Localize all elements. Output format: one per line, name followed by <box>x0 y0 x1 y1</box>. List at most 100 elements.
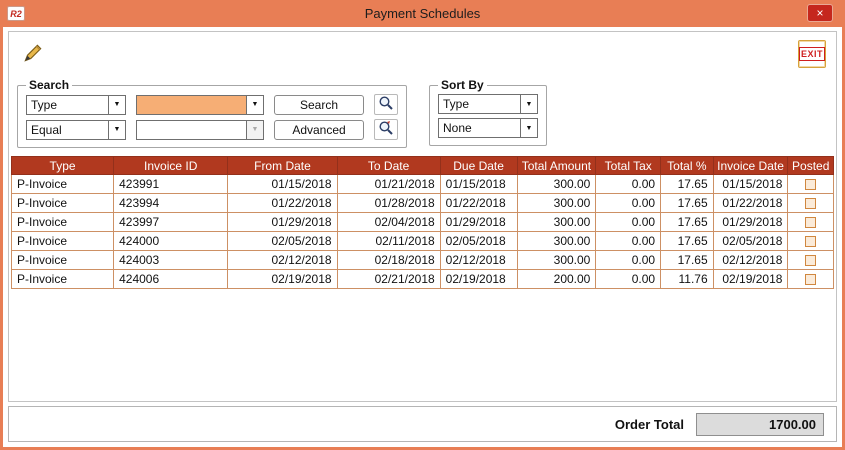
cell-total-tax: 0.00 <box>596 175 661 194</box>
cell-invoice-id: 423994 <box>114 194 228 213</box>
chevron-down-icon[interactable]: ▼ <box>246 96 263 114</box>
magnifier-icon <box>378 95 394 114</box>
chevron-down-icon[interactable]: ▼ <box>108 96 125 114</box>
cell-total-amount: 200.00 <box>517 270 596 289</box>
col-header-type[interactable]: Type <box>12 157 114 175</box>
cell-posted <box>788 213 834 232</box>
cell-invoice-date: 01/29/2018 <box>713 213 788 232</box>
cell-posted <box>788 194 834 213</box>
cell-posted <box>788 232 834 251</box>
search-magnifier-button[interactable] <box>374 94 398 115</box>
cell-total-pct: 11.76 <box>661 270 714 289</box>
cell-from-date: 01/15/2018 <box>228 175 337 194</box>
col-header-due-date[interactable]: Due Date <box>440 157 517 175</box>
sort-secondary-combo[interactable]: None ▼ <box>438 118 538 138</box>
advanced-search-icon <box>378 120 394 139</box>
titlebar: R2 Payment Schedules × <box>3 0 842 27</box>
cell-invoice-date: 01/22/2018 <box>713 194 788 213</box>
cell-to-date: 02/04/2018 <box>337 213 440 232</box>
posted-checkbox[interactable] <box>805 198 816 209</box>
cell-posted <box>788 251 834 270</box>
col-header-total-pct[interactable]: Total % <box>661 157 714 175</box>
cell-total-pct: 17.65 <box>661 251 714 270</box>
col-header-total-amount[interactable]: Total Amount <box>517 157 596 175</box>
cell-due-date: 01/29/2018 <box>440 213 517 232</box>
cell-type: P-Invoice <box>12 270 114 289</box>
pencil-icon <box>22 42 44 67</box>
cell-to-date: 02/18/2018 <box>337 251 440 270</box>
table-row[interactable]: P-Invoice 424006 02/19/2018 02/21/2018 0… <box>12 270 834 289</box>
cell-total-amount: 300.00 <box>517 251 596 270</box>
search-group: Search Type ▼ ▼ Search <box>17 78 407 148</box>
col-header-invoice-id[interactable]: Invoice ID <box>114 157 228 175</box>
cell-total-pct: 17.65 <box>661 213 714 232</box>
cell-from-date: 01/22/2018 <box>228 194 337 213</box>
cell-type: P-Invoice <box>12 194 114 213</box>
chevron-down-icon[interactable]: ▼ <box>520 119 537 137</box>
search-criteria2-value <box>137 121 246 139</box>
cell-due-date: 02/05/2018 <box>440 232 517 251</box>
cell-to-date: 02/21/2018 <box>337 270 440 289</box>
col-header-from-date[interactable]: From Date <box>228 157 337 175</box>
cell-total-amount: 300.00 <box>517 194 596 213</box>
sort-secondary-value: None <box>439 119 520 137</box>
search-button[interactable]: Search <box>274 95 364 115</box>
search-operator-value: Equal <box>27 121 108 139</box>
sort-primary-value: Type <box>439 95 520 113</box>
posted-checkbox[interactable] <box>805 255 816 266</box>
search-group-title: Search <box>26 78 72 92</box>
cell-to-date: 02/11/2018 <box>337 232 440 251</box>
col-header-invoice-date[interactable]: Invoice Date <box>713 157 788 175</box>
table-row[interactable]: P-Invoice 423997 01/29/2018 02/04/2018 0… <box>12 213 834 232</box>
filters-row: Search Type ▼ ▼ Search <box>9 78 836 150</box>
order-total-label: Order Total <box>615 417 684 432</box>
cell-invoice-id: 424003 <box>114 251 228 270</box>
posted-checkbox[interactable] <box>805 217 816 228</box>
sort-primary-combo[interactable]: Type ▼ <box>438 94 538 114</box>
col-header-to-date[interactable]: To Date <box>337 157 440 175</box>
cell-invoice-id: 423991 <box>114 175 228 194</box>
edit-button[interactable] <box>17 38 49 70</box>
cell-posted <box>788 270 834 289</box>
cell-total-tax: 0.00 <box>596 194 661 213</box>
advanced-button[interactable]: Advanced <box>274 120 364 140</box>
cell-type: P-Invoice <box>12 232 114 251</box>
cell-total-pct: 17.65 <box>661 194 714 213</box>
search-criteria-combo[interactable]: ▼ <box>136 95 264 115</box>
cell-total-amount: 300.00 <box>517 213 596 232</box>
cell-total-pct: 17.65 <box>661 232 714 251</box>
exit-button[interactable]: EXIT <box>798 40 826 68</box>
order-total-field: 1700.00 <box>696 413 824 436</box>
cell-invoice-date: 02/05/2018 <box>713 232 788 251</box>
close-button[interactable]: × <box>807 4 833 22</box>
posted-checkbox[interactable] <box>805 179 816 190</box>
table-row[interactable]: P-Invoice 424000 02/05/2018 02/11/2018 0… <box>12 232 834 251</box>
advanced-search-button[interactable] <box>374 119 398 140</box>
table-row[interactable]: P-Invoice 423994 01/22/2018 01/28/2018 0… <box>12 194 834 213</box>
cell-total-amount: 300.00 <box>517 175 596 194</box>
window-title: Payment Schedules <box>3 6 842 21</box>
col-header-total-tax[interactable]: Total Tax <box>596 157 661 175</box>
table-row[interactable]: P-Invoice 424003 02/12/2018 02/18/2018 0… <box>12 251 834 270</box>
cell-due-date: 02/19/2018 <box>440 270 517 289</box>
cell-total-amount: 300.00 <box>517 232 596 251</box>
cell-total-tax: 0.00 <box>596 251 661 270</box>
cell-type: P-Invoice <box>12 251 114 270</box>
cell-from-date: 01/29/2018 <box>228 213 337 232</box>
chevron-down-icon[interactable]: ▼ <box>520 95 537 113</box>
cell-total-pct: 17.65 <box>661 175 714 194</box>
posted-checkbox[interactable] <box>805 236 816 247</box>
chevron-down-icon[interactable]: ▼ <box>108 121 125 139</box>
search-field-combo[interactable]: Type ▼ <box>26 95 126 115</box>
cell-total-tax: 0.00 <box>596 232 661 251</box>
table-row[interactable]: P-Invoice 423991 01/15/2018 01/21/2018 0… <box>12 175 834 194</box>
posted-checkbox[interactable] <box>805 274 816 285</box>
cell-invoice-date: 01/15/2018 <box>713 175 788 194</box>
col-header-posted[interactable]: Posted <box>788 157 834 175</box>
cell-due-date: 02/12/2018 <box>440 251 517 270</box>
search-operator-combo[interactable]: Equal ▼ <box>26 120 126 140</box>
order-total-value: 1700.00 <box>769 417 816 432</box>
payment-schedules-window: R2 Payment Schedules × EXIT <box>0 0 845 450</box>
sort-group-title: Sort By <box>438 78 487 92</box>
cell-from-date: 02/12/2018 <box>228 251 337 270</box>
